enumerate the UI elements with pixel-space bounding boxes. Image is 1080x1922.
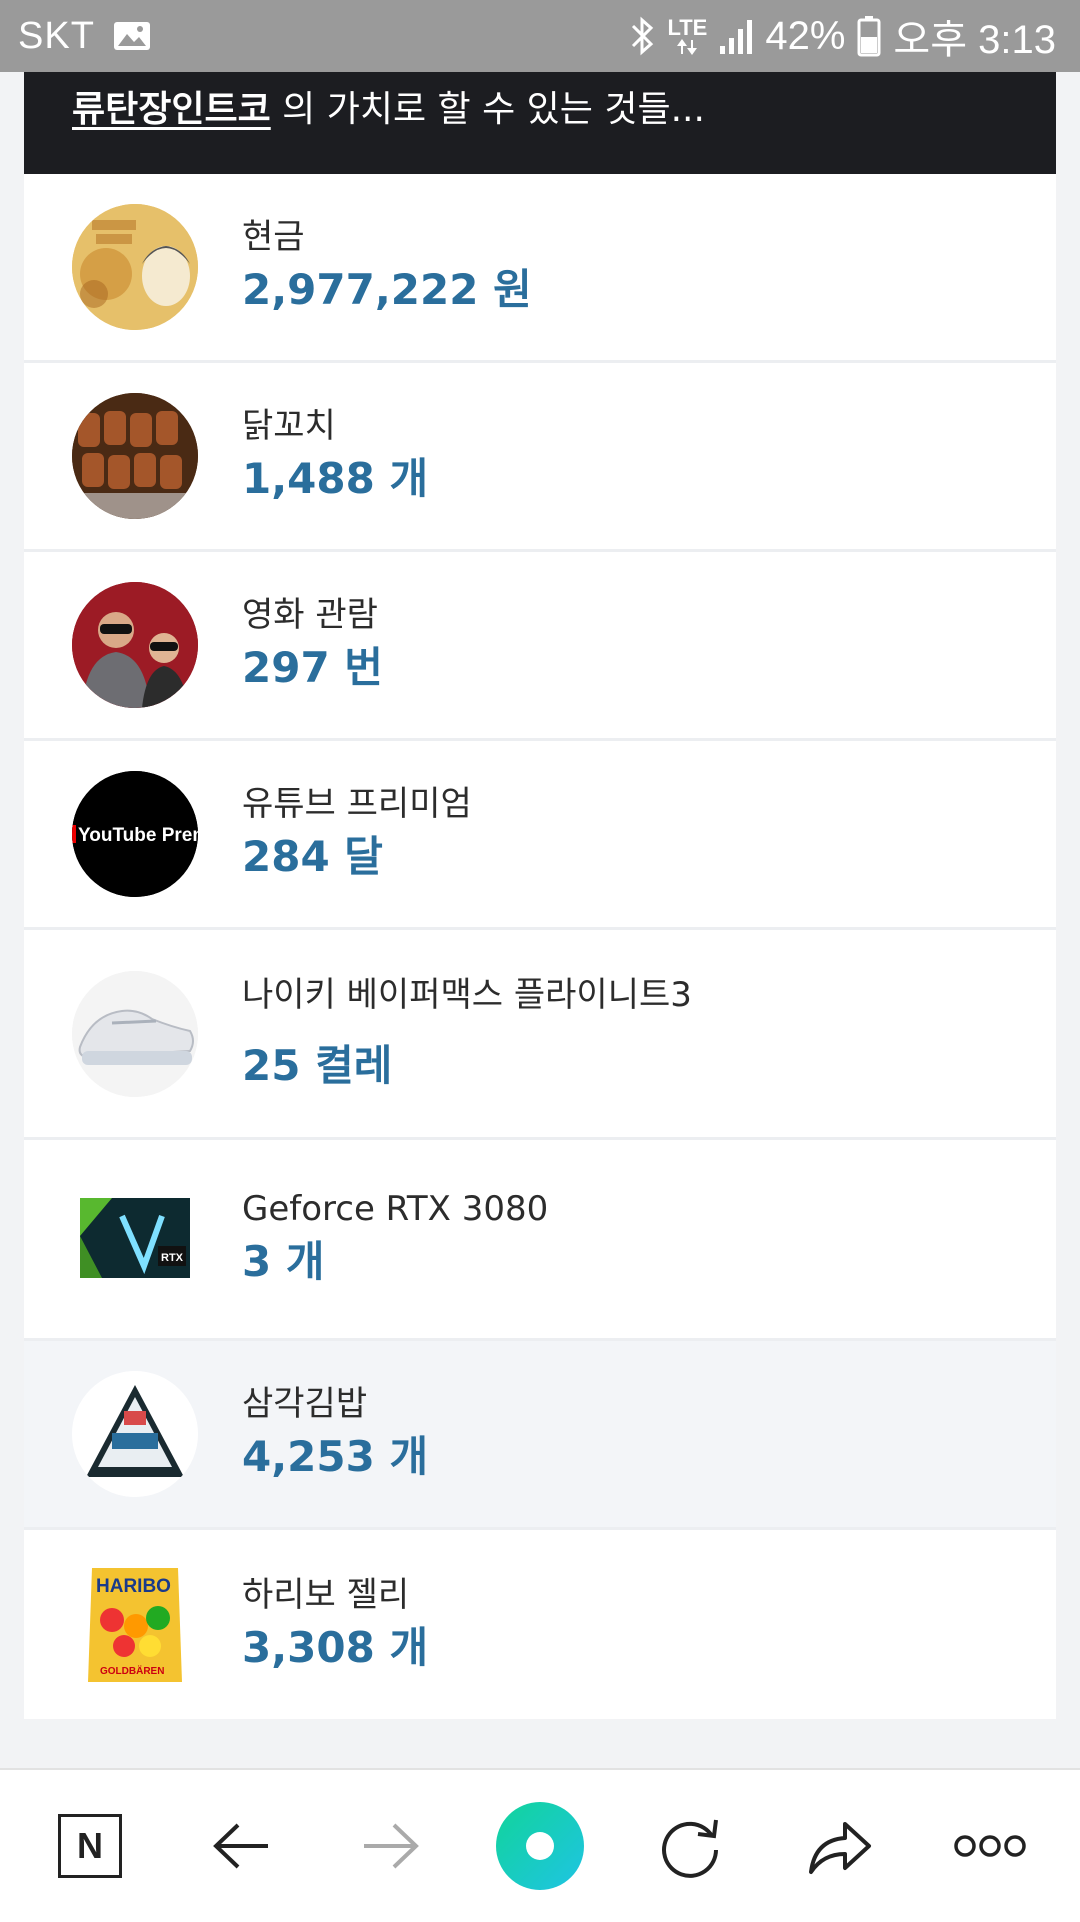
- green-dot-icon: [496, 1802, 584, 1890]
- refresh-button[interactable]: [630, 1770, 750, 1922]
- green-dot-button[interactable]: [480, 1770, 600, 1922]
- item-name: 닭꼬치: [242, 406, 336, 446]
- item-value: 4,253 개: [242, 1432, 429, 1481]
- item-value: 284 달: [242, 832, 383, 881]
- share-button[interactable]: [780, 1770, 900, 1922]
- header-caption: 의 가치로 할 수 있는 것들...: [270, 89, 705, 130]
- list-item-haribo[interactable]: HARIBO GOLDBÄREN 하리보 젤리 3,308 개: [24, 1530, 1056, 1719]
- banknote-icon: [72, 204, 198, 330]
- home-letter: N: [77, 1825, 103, 1866]
- item-value: 25 켤레: [242, 1040, 393, 1090]
- item-name: 삼각김밥: [242, 1384, 368, 1424]
- item-value: 3 개: [242, 1237, 325, 1286]
- item-texts: 유튜브 프리미엄 284 달: [242, 783, 472, 885]
- naver-home-button[interactable]: N: [30, 1770, 150, 1922]
- forward-icon: [364, 1823, 419, 1869]
- sneaker-icon: [72, 970, 198, 1097]
- gallery-icon: [113, 22, 150, 50]
- carrier-name: SKT: [18, 14, 95, 57]
- youtube-premium-icon: YouTube Premium: [72, 771, 198, 897]
- more-button[interactable]: [930, 1770, 1050, 1922]
- share-icon: [809, 1822, 871, 1874]
- item-name: 영화 관람: [242, 595, 378, 635]
- battery-icon: [857, 16, 881, 57]
- browser-toolbar: N: [0, 1768, 1080, 1922]
- item-name: 현금: [242, 217, 305, 257]
- list-item-triangle-kimbap[interactable]: 삼각김밥 4,253 개: [24, 1341, 1056, 1530]
- list-item-sneakers[interactable]: 나이키 베이퍼맥스 플라이니트3 25 켤레: [24, 930, 1056, 1140]
- forward-button[interactable]: [330, 1770, 450, 1922]
- value-comparison-list: 현금 2,977,222 원 닭꼬치 1,488 개 영화 관람 297 번 Y…: [24, 174, 1056, 1719]
- item-texts: Geforce RTX 3080 3 개: [242, 1188, 548, 1290]
- data-arrows-icon: [677, 39, 698, 55]
- item-name: 나이키 베이퍼맥스 플라이니트3: [242, 974, 692, 1015]
- item-value: 3,308 개: [242, 1622, 429, 1672]
- haribo-bag-icon: HARIBO GOLDBÄREN: [72, 1561, 198, 1688]
- refresh-icon: [662, 1819, 718, 1878]
- item-value: 2,977,222 원: [242, 265, 532, 314]
- chicken-skewers-icon: [72, 393, 198, 519]
- status-bar: SKT LTE 42% 오후 3:13: [0, 0, 1080, 72]
- item-texts: 삼각김밥 4,253 개: [242, 1383, 428, 1485]
- item-texts: 나이키 베이퍼맥스 플라이니트3 25 켤레: [242, 974, 692, 1094]
- movie-audience-icon: [72, 582, 198, 708]
- item-texts: 닭꼬치 1,488 개: [242, 405, 428, 507]
- clock: 오후 3:13: [893, 18, 1056, 62]
- back-icon: [213, 1823, 268, 1869]
- bluetooth-icon: [632, 16, 654, 56]
- network-type: LTE: [667, 15, 708, 40]
- haribo-logo-text: HARIBO: [96, 1576, 171, 1597]
- item-texts: 영화 관람 297 번: [242, 594, 383, 696]
- header-title: 류탄장인트코 의 가치로 할 수 있는 것들...: [72, 80, 705, 132]
- signal-icon: [720, 20, 753, 54]
- item-name: Geforce RTX 3080: [242, 1189, 549, 1229]
- coin-name-link[interactable]: 류탄장인트코: [72, 89, 271, 130]
- item-name: 하리보 젤리: [242, 1574, 410, 1615]
- battery-percent: 42%: [765, 13, 846, 58]
- item-value: 297 번: [242, 643, 383, 692]
- item-texts: 현금 2,977,222 원: [242, 216, 532, 318]
- list-item-movie[interactable]: 영화 관람 297 번: [24, 552, 1056, 741]
- rtx-label: RTX: [161, 1252, 184, 1264]
- back-button[interactable]: [182, 1770, 302, 1922]
- haribo-sub-text: GOLDBÄREN: [100, 1664, 164, 1677]
- youtube-logo-text: YouTube Premium: [78, 825, 198, 846]
- list-item-cash[interactable]: 현금 2,977,222 원: [24, 174, 1056, 363]
- item-value: 1,488 개: [242, 454, 429, 503]
- item-texts: 하리보 젤리 3,308 개: [242, 1574, 428, 1676]
- page-header: 류탄장인트코 의 가치로 할 수 있는 것들...: [24, 72, 1056, 174]
- more-icon: [954, 1835, 1026, 1857]
- triangle-kimbap-icon: [72, 1371, 198, 1497]
- graphics-card-icon: RTX: [72, 1176, 198, 1302]
- list-item-chicken-skewers[interactable]: 닭꼬치 1,488 개: [24, 363, 1056, 552]
- network-indicator: LTE: [667, 17, 707, 55]
- item-name: 유튜브 프리미엄: [242, 784, 472, 824]
- list-item-youtube-premium[interactable]: YouTube Premium 유튜브 프리미엄 284 달: [24, 741, 1056, 930]
- list-item-graphics-card[interactable]: RTX Geforce RTX 3080 3 개: [24, 1140, 1056, 1341]
- naver-home-icon: N: [58, 1814, 122, 1878]
